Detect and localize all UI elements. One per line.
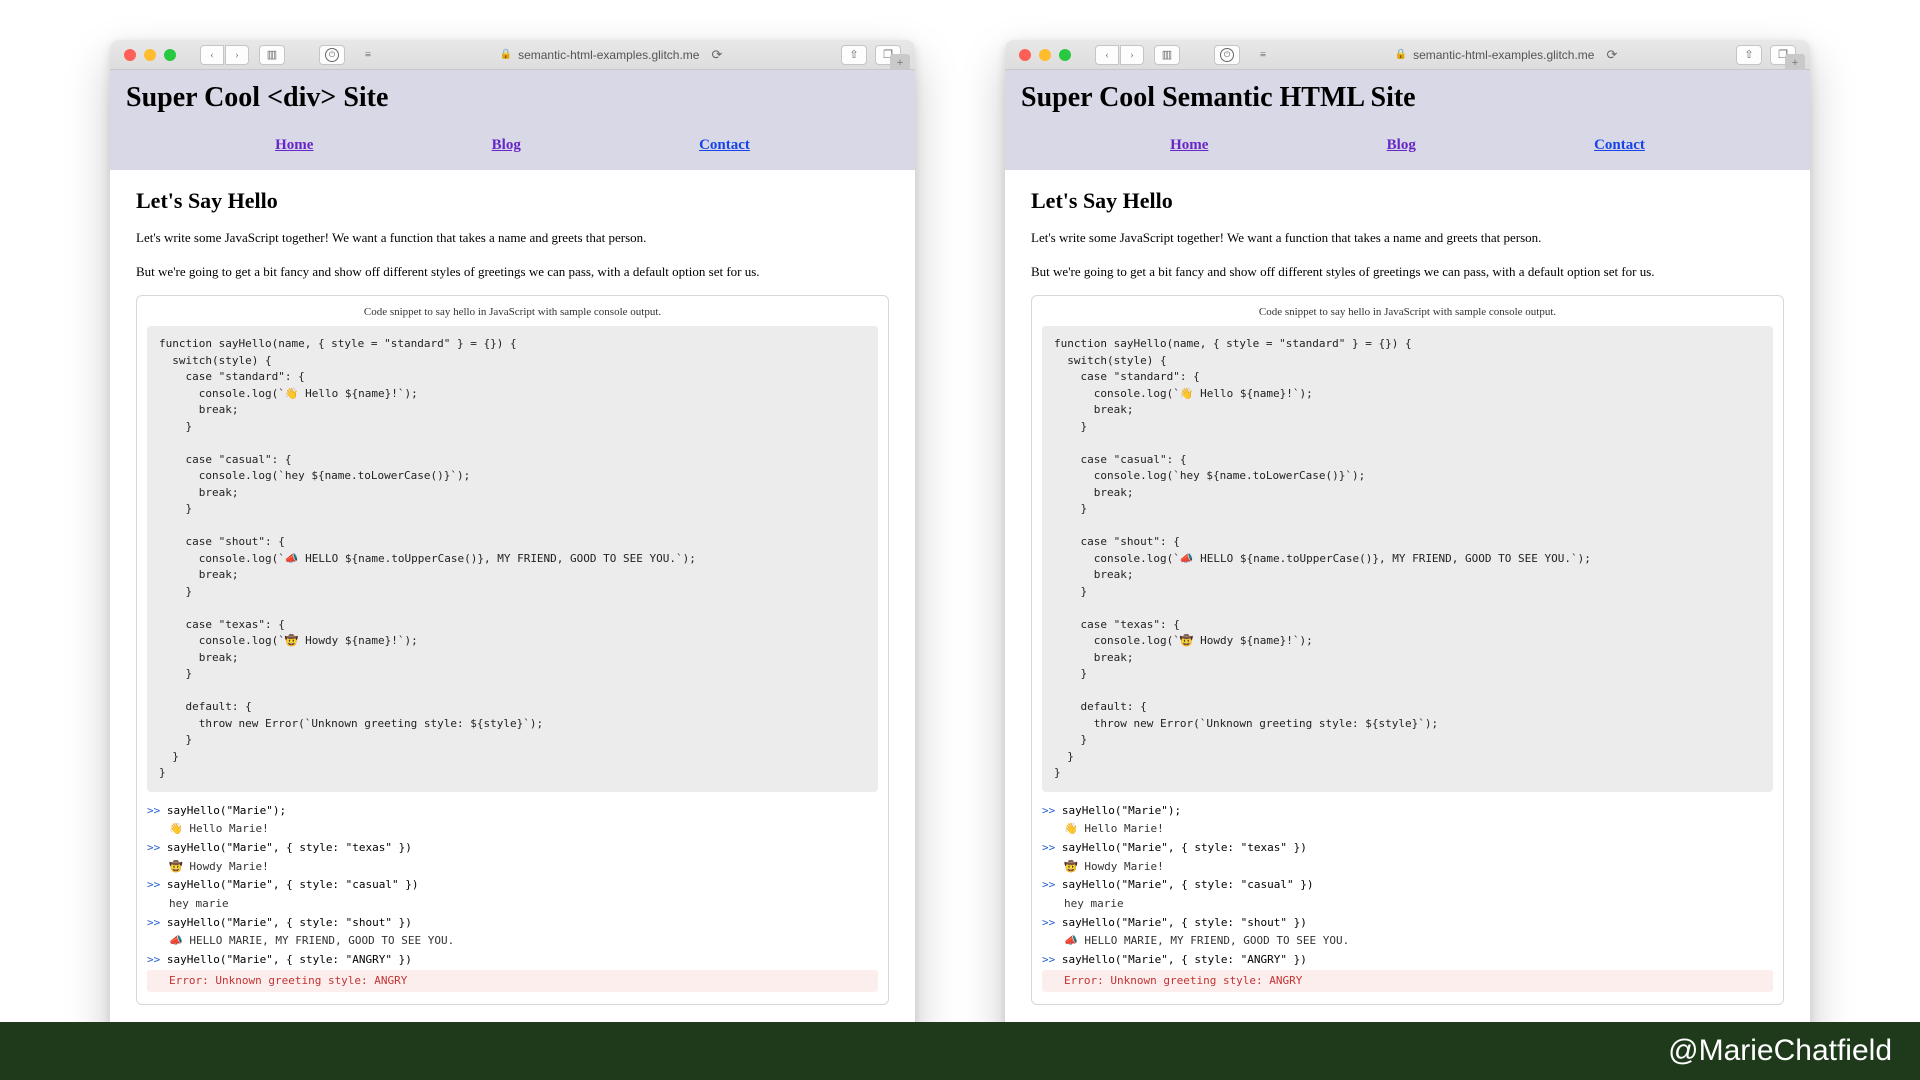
reload-icon[interactable]: ⟳ [1606,47,1617,63]
new-tab-button[interactable]: + [890,54,910,70]
back-button[interactable]: ‹ [1095,45,1119,65]
site-title: Super Cool <div> Site [126,82,899,114]
article-heading: Let's Say Hello [1031,188,1784,214]
title-bar: ‹ › ▥ ⏻ ≡ 🔒 semantic-html-examples.glitc… [1005,40,1810,70]
privacy-button[interactable]: ⏻ [319,45,345,65]
site-title: Super Cool Semantic HTML Site [1021,82,1794,114]
article-p1: Let's write some JavaScript together! We… [1031,228,1784,248]
share-button[interactable]: ⇧ [841,45,867,65]
footer-bar: @MarieChatfield [0,1022,1920,1080]
console-input: >> sayHello("Marie", { style: "shout" }) [1042,914,1773,933]
console-error: Error: Unknown greeting style: ANGRY [147,970,878,993]
nav-home[interactable]: Home [275,137,313,154]
nav-buttons: ‹ › [1095,45,1144,65]
code-block: function sayHello(name, { style = "stand… [1042,326,1773,792]
url-text: semantic-html-examples.glitch.me [1413,48,1594,62]
page-body: Let's Say Hello Let's write some JavaScr… [1005,170,1810,1046]
console-output-left: >> sayHello("Marie");👋 Hello Marie!>> sa… [147,802,878,993]
forward-button[interactable]: › [1120,45,1144,65]
lock-icon: 🔒 [1395,49,1407,60]
article-heading: Let's Say Hello [136,188,889,214]
console-input: >> sayHello("Marie", { style: "texas" }) [147,839,878,858]
reload-icon[interactable]: ⟳ [711,47,722,63]
back-button[interactable]: ‹ [200,45,224,65]
url-field[interactable]: 🔒 semantic-html-examples.glitch.me ⟳ [399,45,823,65]
nav-contact[interactable]: Contact [699,137,750,154]
page-body: Let's Say Hello Let's write some JavaScr… [110,170,915,1046]
code-card: Code snippet to say hello in JavaScript … [1031,295,1784,1005]
privacy-button[interactable]: ⏻ [1214,45,1240,65]
console-output: 🤠 Howdy Marie! [1042,858,1773,877]
nav-buttons: ‹ › [200,45,249,65]
page-header: Super Cool <div> Site Home Blog Contact [110,70,915,170]
console-input: >> sayHello("Marie", { style: "ANGRY" }) [1042,951,1773,970]
maximize-icon[interactable] [164,49,176,61]
article-p2: But we're going to get a bit fancy and s… [136,262,889,282]
url-field[interactable]: 🔒 semantic-html-examples.glitch.me ⟳ [1294,45,1718,65]
code-caption: Code snippet to say hello in JavaScript … [147,306,878,318]
nav-contact[interactable]: Contact [1594,137,1645,154]
close-icon[interactable] [1019,49,1031,61]
traffic-lights [1019,49,1071,61]
console-input: >> sayHello("Marie"); [147,802,878,821]
forward-button[interactable]: › [225,45,249,65]
browser-window-right: ‹ › ▥ ⏻ ≡ 🔒 semantic-html-examples.glitc… [1005,40,1810,1046]
console-input: >> sayHello("Marie", { style: "shout" }) [147,914,878,933]
article-p2: But we're going to get a bit fancy and s… [1031,262,1784,282]
console-output: 🤠 Howdy Marie! [147,858,878,877]
code-caption: Code snippet to say hello in JavaScript … [1042,306,1773,318]
footer-handle: @MarieChatfield [1668,1034,1892,1068]
sidebar-button[interactable]: ▥ [1154,45,1180,65]
console-output: hey marie [147,895,878,914]
console-error: Error: Unknown greeting style: ANGRY [1042,970,1773,993]
nav-row: Home Blog Contact [1021,137,1794,154]
console-output: 📣 HELLO MARIE, MY FRIEND, GOOD TO SEE YO… [1042,932,1773,951]
lock-icon: 🔒 [500,49,512,60]
sidebar-button[interactable]: ▥ [259,45,285,65]
page-header: Super Cool Semantic HTML Site Home Blog … [1005,70,1810,170]
share-button[interactable]: ⇧ [1736,45,1762,65]
code-card: Code snippet to say hello in JavaScript … [136,295,889,1005]
minimize-icon[interactable] [1039,49,1051,61]
close-icon[interactable] [124,49,136,61]
nav-blog[interactable]: Blog [1387,137,1416,154]
url-text: semantic-html-examples.glitch.me [518,48,699,62]
browser-window-left: ‹ › ▥ ⏻ ≡ 🔒 semantic-html-examples.glitc… [110,40,915,1046]
reader-button[interactable]: ≡ [355,45,381,65]
console-input: >> sayHello("Marie", { style: "ANGRY" }) [147,951,878,970]
windows-row: ‹ › ▥ ⏻ ≡ 🔒 semantic-html-examples.glitc… [110,40,1810,1046]
console-output: hey marie [1042,895,1773,914]
title-bar: ‹ › ▥ ⏻ ≡ 🔒 semantic-html-examples.glitc… [110,40,915,70]
console-output: 📣 HELLO MARIE, MY FRIEND, GOOD TO SEE YO… [147,932,878,951]
nav-home[interactable]: Home [1170,137,1208,154]
nav-row: Home Blog Contact [126,137,899,154]
console-input: >> sayHello("Marie", { style: "casual" }… [147,876,878,895]
minimize-icon[interactable] [144,49,156,61]
nav-blog[interactable]: Blog [492,137,521,154]
code-block: function sayHello(name, { style = "stand… [147,326,878,792]
reader-button[interactable]: ≡ [1250,45,1276,65]
console-output: 👋 Hello Marie! [147,820,878,839]
traffic-lights [124,49,176,61]
console-input: >> sayHello("Marie", { style: "casual" }… [1042,876,1773,895]
console-output-right: >> sayHello("Marie");👋 Hello Marie!>> sa… [1042,802,1773,993]
new-tab-button[interactable]: + [1785,54,1805,70]
console-input: >> sayHello("Marie", { style: "texas" }) [1042,839,1773,858]
article-p1: Let's write some JavaScript together! We… [136,228,889,248]
console-output: 👋 Hello Marie! [1042,820,1773,839]
maximize-icon[interactable] [1059,49,1071,61]
console-input: >> sayHello("Marie"); [1042,802,1773,821]
